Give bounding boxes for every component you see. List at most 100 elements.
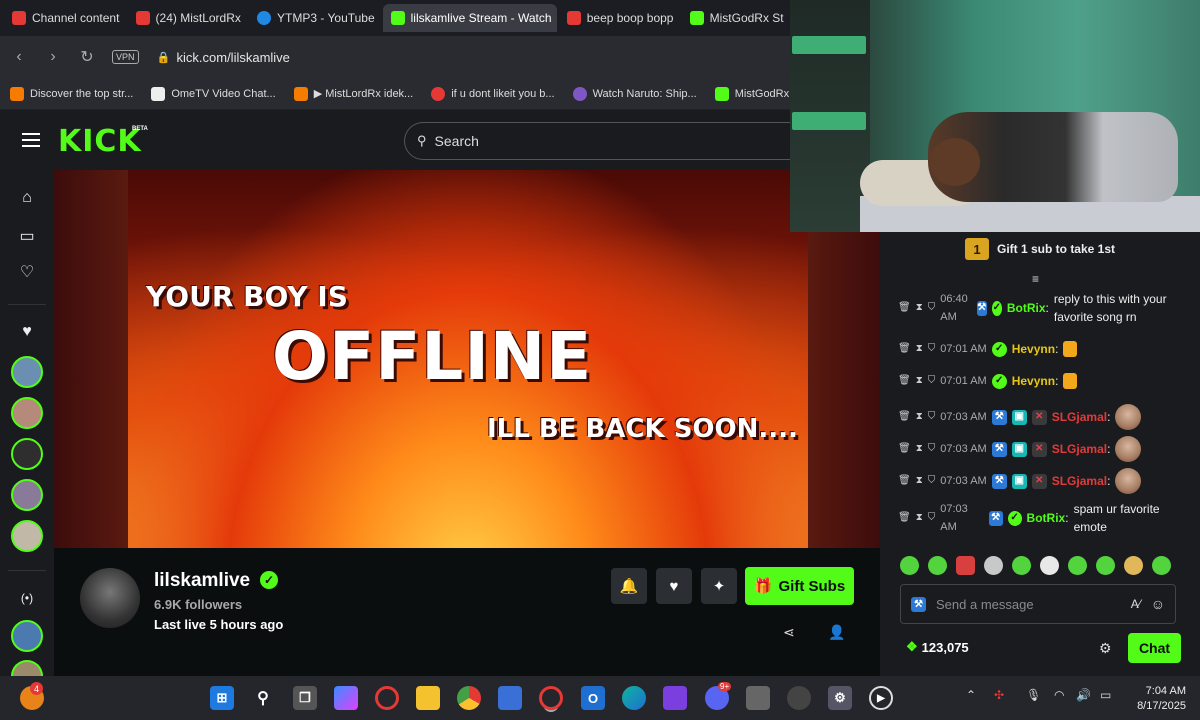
followed-channel-avatar[interactable] — [11, 356, 43, 388]
chat-username[interactable]: SLGjamal — [1052, 408, 1107, 426]
menu-icon[interactable] — [22, 133, 40, 147]
delete-icon[interactable]: 🗑 — [898, 440, 911, 458]
search-icon[interactable]: ⚲ — [251, 686, 275, 710]
ban-shield-icon[interactable]: ⛉ — [928, 372, 936, 390]
bookmark-item[interactable]: Watch Naruto: Ship... — [572, 86, 697, 101]
copilot-icon[interactable] — [334, 686, 358, 710]
channel-name[interactable]: lilskamlive — [154, 570, 250, 592]
ban-shield-icon[interactable]: ⛉ — [928, 299, 936, 317]
timeout-icon[interactable]: ⧗ — [916, 299, 923, 317]
volume-icon[interactable]: 🔊 — [1076, 688, 1091, 702]
delete-icon[interactable]: 🗑 — [898, 408, 911, 426]
emoji-icon[interactable]: ☺ — [1151, 596, 1165, 612]
task-view-icon[interactable]: ❐ — [293, 686, 317, 710]
file-explorer-icon[interactable] — [416, 686, 440, 710]
browser-tab[interactable]: (24) MistLordRx — [128, 4, 248, 32]
chat-username[interactable]: BotRix — [1027, 509, 1066, 527]
timeout-icon[interactable]: ⧗ — [916, 372, 923, 390]
microphone-icon[interactable]: 🎙 — [1026, 688, 1041, 702]
timeout-icon[interactable]: ⧗ — [916, 340, 923, 358]
home-icon[interactable]: ⌂ — [17, 188, 37, 208]
clipchamp-icon[interactable] — [663, 686, 687, 710]
camera-icon[interactable] — [746, 686, 770, 710]
vpn-badge[interactable]: VPN — [112, 50, 139, 64]
followed-channel-avatar[interactable] — [11, 397, 43, 429]
emote-icon[interactable] — [1152, 556, 1171, 575]
ban-shield-icon[interactable]: ⛉ — [928, 408, 936, 426]
chat-settings-icon[interactable]: ⚙ — [1099, 640, 1112, 657]
gift-subs-button[interactable]: 🎁 Gift Subs — [745, 567, 854, 605]
browser-tab[interactable]: MistGodRx St — [682, 4, 790, 32]
chat-username[interactable]: SLGjamal — [1052, 472, 1107, 490]
edge-icon[interactable] — [622, 686, 646, 710]
ban-shield-icon[interactable]: ⛉ — [928, 472, 936, 490]
recommended-channel-avatar[interactable] — [11, 620, 43, 652]
gift-leaderboard-bar[interactable]: 1 Gift 1 sub to take 1st — [880, 232, 1200, 266]
browser-tab[interactable]: YTMP3 - YouTube — [249, 4, 381, 32]
chat-send-button[interactable]: Chat — [1128, 633, 1181, 663]
chat-username[interactable]: SLGjamal — [1052, 440, 1107, 458]
opera-icon[interactable] — [539, 686, 563, 710]
reload-icon[interactable]: ↻ — [78, 47, 96, 67]
settings-icon[interactable]: ⚙ — [828, 686, 852, 710]
user-add-icon[interactable]: 👤 — [828, 624, 845, 641]
tray-overflow-icon[interactable]: ⌃ — [966, 688, 976, 702]
timeout-icon[interactable]: ⧗ — [916, 440, 923, 458]
ban-shield-icon[interactable]: ⛉ — [928, 340, 936, 358]
emote-icon[interactable] — [1068, 556, 1087, 575]
bookmark-item[interactable]: ▶ MistLordRx idek... — [293, 86, 413, 101]
followed-channel-avatar[interactable] — [11, 479, 43, 511]
media-player-icon[interactable]: ▶ — [869, 686, 893, 710]
kick-logo[interactable]: KICK — [58, 124, 142, 159]
outlook-icon[interactable]: O — [581, 686, 605, 710]
delete-icon[interactable]: 🗑 — [898, 472, 911, 490]
timeout-icon[interactable]: ⧗ — [916, 408, 923, 426]
browser-tab[interactable]: Channel content — [4, 4, 126, 32]
opera-gx-icon[interactable] — [375, 686, 399, 710]
bookmark-item[interactable]: Discover the top str... — [10, 86, 133, 101]
browser-tab[interactable]: beep boop bopp — [559, 4, 680, 32]
pinned-toggle-icon[interactable]: ≡ — [1032, 272, 1039, 286]
emote-icon[interactable] — [1040, 556, 1059, 575]
emote-icon[interactable] — [1124, 556, 1143, 575]
wifi-icon[interactable]: ◠ — [1054, 688, 1064, 702]
chat-username[interactable]: BotRix — [1007, 299, 1046, 317]
delete-icon[interactable]: 🗑 — [898, 340, 911, 358]
translate-icon[interactable]: A⁄ — [1131, 597, 1141, 611]
browser-tab-active[interactable]: lilskamlive Stream - Watch — [382, 4, 557, 32]
notification-bell-button[interactable]: 🔔 — [611, 568, 647, 604]
followed-channel-avatar[interactable] — [11, 520, 43, 552]
bookmark-item[interactable]: OmeTV Video Chat... — [151, 86, 276, 101]
back-arrow-icon[interactable]: ‹ — [10, 48, 28, 66]
bookmark-item[interactable]: MistGodRx — [714, 86, 789, 101]
emote-icon[interactable] — [956, 556, 975, 575]
emote-icon[interactable] — [1096, 556, 1115, 575]
system-clock[interactable]: 7:04 AM 8/17/2025 — [1128, 684, 1186, 714]
follow-button[interactable]: ♥ — [656, 568, 692, 604]
channel-avatar[interactable] — [80, 568, 140, 628]
tray-app-icon[interactable]: ✣ — [994, 688, 1004, 702]
chrome-icon[interactable] — [457, 686, 481, 710]
emote-icon[interactable] — [1012, 556, 1031, 575]
delete-icon[interactable]: 🗑 — [898, 509, 911, 527]
emote-icon[interactable] — [928, 556, 947, 575]
sparkle-button[interactable]: ✦ — [701, 568, 737, 604]
following-heart-icon[interactable]: ♡ — [17, 262, 37, 282]
windows-start-icon[interactable]: ⊞ — [210, 686, 234, 710]
followed-channel-avatar[interactable] — [11, 438, 43, 470]
bookmark-item[interactable]: if u dont likeit you b... — [431, 86, 555, 101]
timeout-icon[interactable]: ⧗ — [916, 509, 923, 527]
chat-username[interactable]: Hevynn — [1012, 372, 1055, 390]
channel-points[interactable]: ❖ 123,075 — [906, 639, 969, 655]
microsoft-store-icon[interactable] — [498, 686, 522, 710]
url-field[interactable]: kick.com/lilskamlive — [177, 50, 290, 65]
chat-username[interactable]: Hevynn — [1012, 340, 1055, 358]
forward-arrow-icon[interactable]: › — [44, 48, 62, 66]
battery-icon[interactable]: ▭ — [1100, 688, 1111, 702]
timeout-icon[interactable]: ⧗ — [916, 472, 923, 490]
delete-icon[interactable]: 🗑 — [898, 372, 911, 390]
chat-message-input[interactable]: ⚒ Send a message A⁄ ☺ — [900, 584, 1176, 624]
browse-icon[interactable]: ▭ — [17, 226, 37, 246]
emote-icon[interactable] — [900, 556, 919, 575]
emote-icon[interactable] — [984, 556, 1003, 575]
